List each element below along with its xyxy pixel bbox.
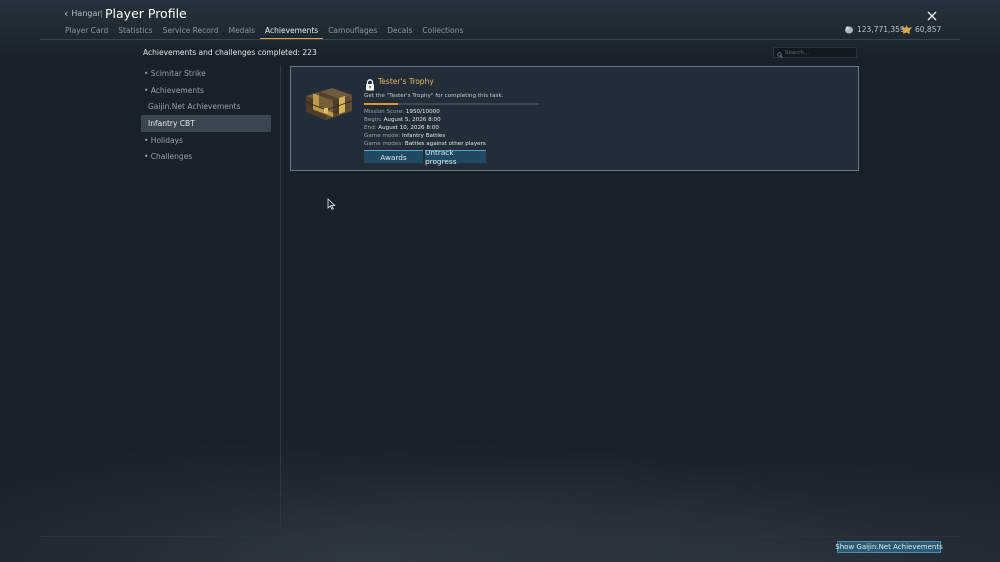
sidebar-item-holidays[interactable]: • Holidays (141, 132, 271, 149)
end-row: End: August 10, 2026 8:00 (364, 125, 486, 133)
untrack-progress-button[interactable]: Untrack progress (425, 148, 486, 166)
search-icon (777, 43, 783, 62)
trophy-chest-icon (302, 82, 354, 126)
game-modes-value: Battles against other players (404, 140, 486, 147)
tab-service-record[interactable]: Service Record (158, 24, 224, 40)
begin-label: Begin: (364, 116, 382, 123)
golden-eagles-balance: 60,857 (901, 25, 941, 34)
begin-row: Begin: August 5, 2026 8:00 (364, 117, 486, 125)
achievement-details: Mission Score: 1950/10000 Begin: August … (364, 109, 486, 149)
game-mode-value: Infantry Battles (401, 132, 446, 139)
silver-lions-value: 123,771,359 (857, 25, 905, 34)
achievement-progress-bar (364, 103, 539, 105)
tab-player-card[interactable]: Player Card (60, 24, 113, 40)
search-field[interactable] (773, 47, 857, 58)
tab-achievements[interactable]: Achievements (260, 24, 324, 40)
sidebar-item-challenges[interactable]: • Challenges (141, 148, 271, 165)
mission-score-value: 1950/10000 (405, 109, 440, 115)
golden-eagles-value: 60,857 (915, 25, 942, 34)
achievement-description: Get the "Tester's Trophy" for completing… (364, 93, 504, 99)
sidebar-divider (280, 65, 281, 530)
page-title: Player Profile (105, 6, 187, 21)
progress-fill (364, 103, 399, 105)
chevron-left-icon: ‹ (64, 6, 69, 20)
back-label: Hangar (71, 9, 101, 18)
achievements-summary: Achievements and challenges completed: 2… (143, 48, 317, 57)
back-to-hangar-link[interactable]: ‹ Hangar (64, 6, 101, 20)
header-separator: | (100, 9, 103, 18)
tab-statistics[interactable]: Statistics (113, 24, 157, 40)
mouse-cursor-icon (327, 195, 336, 214)
game-mode-label: Game mode: (364, 132, 401, 139)
golden-eagles-icon (901, 25, 912, 34)
search-input[interactable] (785, 49, 855, 56)
sidebar-item-infantry-cbt[interactable]: Infantry CBT (141, 115, 271, 132)
awards-button[interactable]: Awards (364, 150, 423, 163)
close-icon[interactable] (925, 8, 939, 22)
tab-collections[interactable]: Collections (417, 24, 468, 40)
end-value: August 10, 2026 8:00 (378, 124, 439, 131)
silver-lions-balance: 123,771,359 (844, 25, 905, 34)
begin-value: August 5, 2026 8:00 (383, 116, 441, 123)
mission-score-row: Mission Score: 1950/10000 (364, 109, 486, 117)
footer-divider (40, 536, 960, 537)
category-sidebar: • Scimitar Strike • Achievements Gaijin.… (141, 65, 271, 165)
header-divider (40, 39, 960, 40)
tab-decals[interactable]: Decals (382, 24, 417, 40)
profile-tabs: Player Card Statistics Service Record Me… (60, 24, 468, 40)
game-modes-label: Game modes: (364, 140, 404, 147)
background-clouds (0, 412, 1000, 562)
tab-camouflages[interactable]: Camouflages (323, 24, 382, 40)
sidebar-item-gaijin-net-achievements[interactable]: Gaijin.Net Achievements (141, 98, 271, 115)
achievement-card[interactable]: Tester's Trophy Get the "Tester's Trophy… (290, 66, 859, 171)
tab-medals[interactable]: Medals (224, 24, 260, 40)
mission-score-label: Mission Score: (364, 109, 405, 115)
achievement-title: Tester's Trophy (378, 77, 434, 86)
show-gaijin-net-achievements-button[interactable]: Show Gaijin.Net Achievements (835, 541, 943, 553)
end-label: End: (364, 124, 377, 131)
sidebar-item-achievements[interactable]: • Achievements (141, 82, 271, 99)
silver-lions-icon (844, 25, 854, 34)
game-mode-row: Game mode: Infantry Battles (364, 133, 486, 141)
sidebar-item-scimitar-strike[interactable]: • Scimitar Strike (141, 65, 271, 82)
